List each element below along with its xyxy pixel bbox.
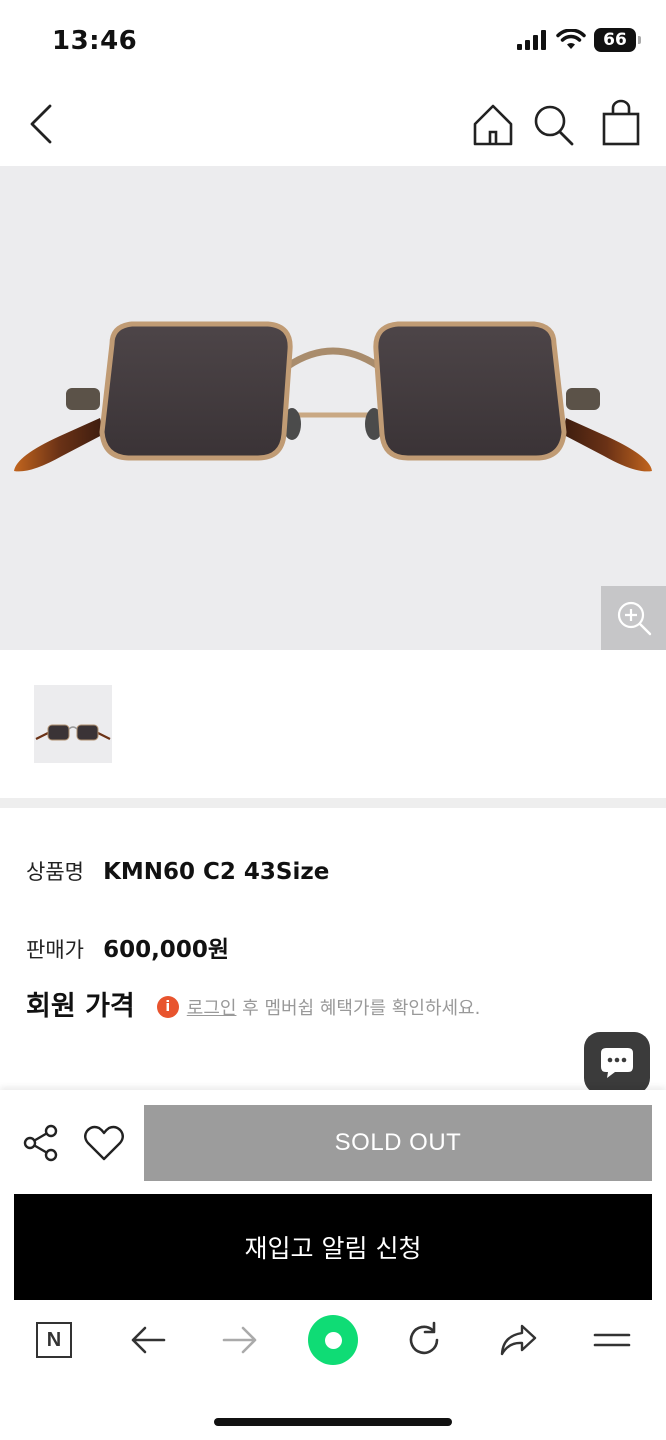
heart-icon <box>84 1125 124 1161</box>
status-icons: 66 <box>516 28 641 52</box>
info-icon: i <box>156 995 179 1018</box>
restock-notification-button[interactable]: 재입고 알림 신청 <box>14 1194 652 1300</box>
share-arrow-icon <box>500 1324 537 1356</box>
member-price-note: 로그인 후 멤버쉽 혜택가를 확인하세요. <box>187 994 481 1020</box>
sunglasses-image <box>14 321 652 472</box>
chevron-left-icon <box>30 104 52 144</box>
product-name: KMN60 C2 43Size <box>103 859 330 885</box>
purchase-action-bar: SOLD OUT 재입고 알림 신청 <box>0 1090 666 1300</box>
sold-out-button[interactable]: SOLD OUT <box>144 1105 652 1181</box>
wifi-icon <box>556 29 586 49</box>
cellular-signal-icon <box>517 30 546 50</box>
price-value: 600,000원 <box>103 937 229 963</box>
product-image[interactable] <box>0 166 666 650</box>
zoom-button[interactable] <box>601 586 666 650</box>
chat-button[interactable] <box>584 1032 650 1094</box>
green-dot-icon <box>308 1315 358 1365</box>
product-price-row: 판매가 600,000원 <box>26 930 229 964</box>
browser-back-button[interactable] <box>120 1312 176 1368</box>
product-thumbnail[interactable] <box>34 685 112 763</box>
cart-button[interactable] <box>596 98 646 150</box>
search-button[interactable] <box>530 100 578 150</box>
member-note-text: 후 멤버쉽 혜택가를 확인하세요. <box>236 997 481 1019</box>
menu-icon <box>593 1333 631 1347</box>
browser-forward-button[interactable] <box>212 1312 268 1368</box>
home-indicator <box>214 1418 452 1426</box>
home-icon <box>473 104 513 146</box>
chat-bubble-icon <box>601 1048 633 1078</box>
member-price-label: 회원 가격 <box>26 991 135 1022</box>
member-price-row: 회원 가격 i 로그인 후 멤버쉽 혜택가를 확인하세요. <box>26 984 480 1023</box>
arrow-left-icon <box>131 1326 166 1354</box>
naver-home-button[interactable]: N <box>26 1312 82 1368</box>
refresh-button[interactable] <box>396 1312 452 1368</box>
refresh-icon <box>409 1321 439 1355</box>
product-name-label: 상품명 <box>26 860 84 884</box>
browser-toolbar: N <box>0 1300 666 1440</box>
arrow-right-icon <box>222 1326 257 1354</box>
sunglasses-thumbnail-image <box>35 724 111 741</box>
price-label: 판매가 <box>26 938 84 962</box>
battery-icon: 66 <box>594 28 641 52</box>
menu-button[interactable] <box>584 1312 640 1368</box>
zoom-in-icon <box>617 601 651 636</box>
naver-logo-icon: N <box>36 1322 72 1358</box>
thumbnail-strip <box>0 650 666 798</box>
search-icon <box>534 105 574 146</box>
top-navigation <box>0 84 666 166</box>
login-link[interactable]: 로그인 <box>187 998 237 1019</box>
home-button[interactable] <box>470 100 516 150</box>
back-button[interactable] <box>22 100 66 150</box>
status-bar: 13:46 66 <box>0 0 666 84</box>
share-button[interactable] <box>20 1122 62 1164</box>
status-time: 13:46 <box>52 26 138 56</box>
shopping-bag-icon <box>602 99 640 146</box>
like-button[interactable] <box>82 1122 126 1164</box>
section-divider <box>0 798 666 808</box>
browser-share-button[interactable] <box>490 1312 546 1368</box>
green-dot-button[interactable] <box>305 1312 361 1368</box>
product-name-row: 상품명 KMN60 C2 43Size <box>26 856 329 886</box>
share-icon <box>23 1124 58 1162</box>
